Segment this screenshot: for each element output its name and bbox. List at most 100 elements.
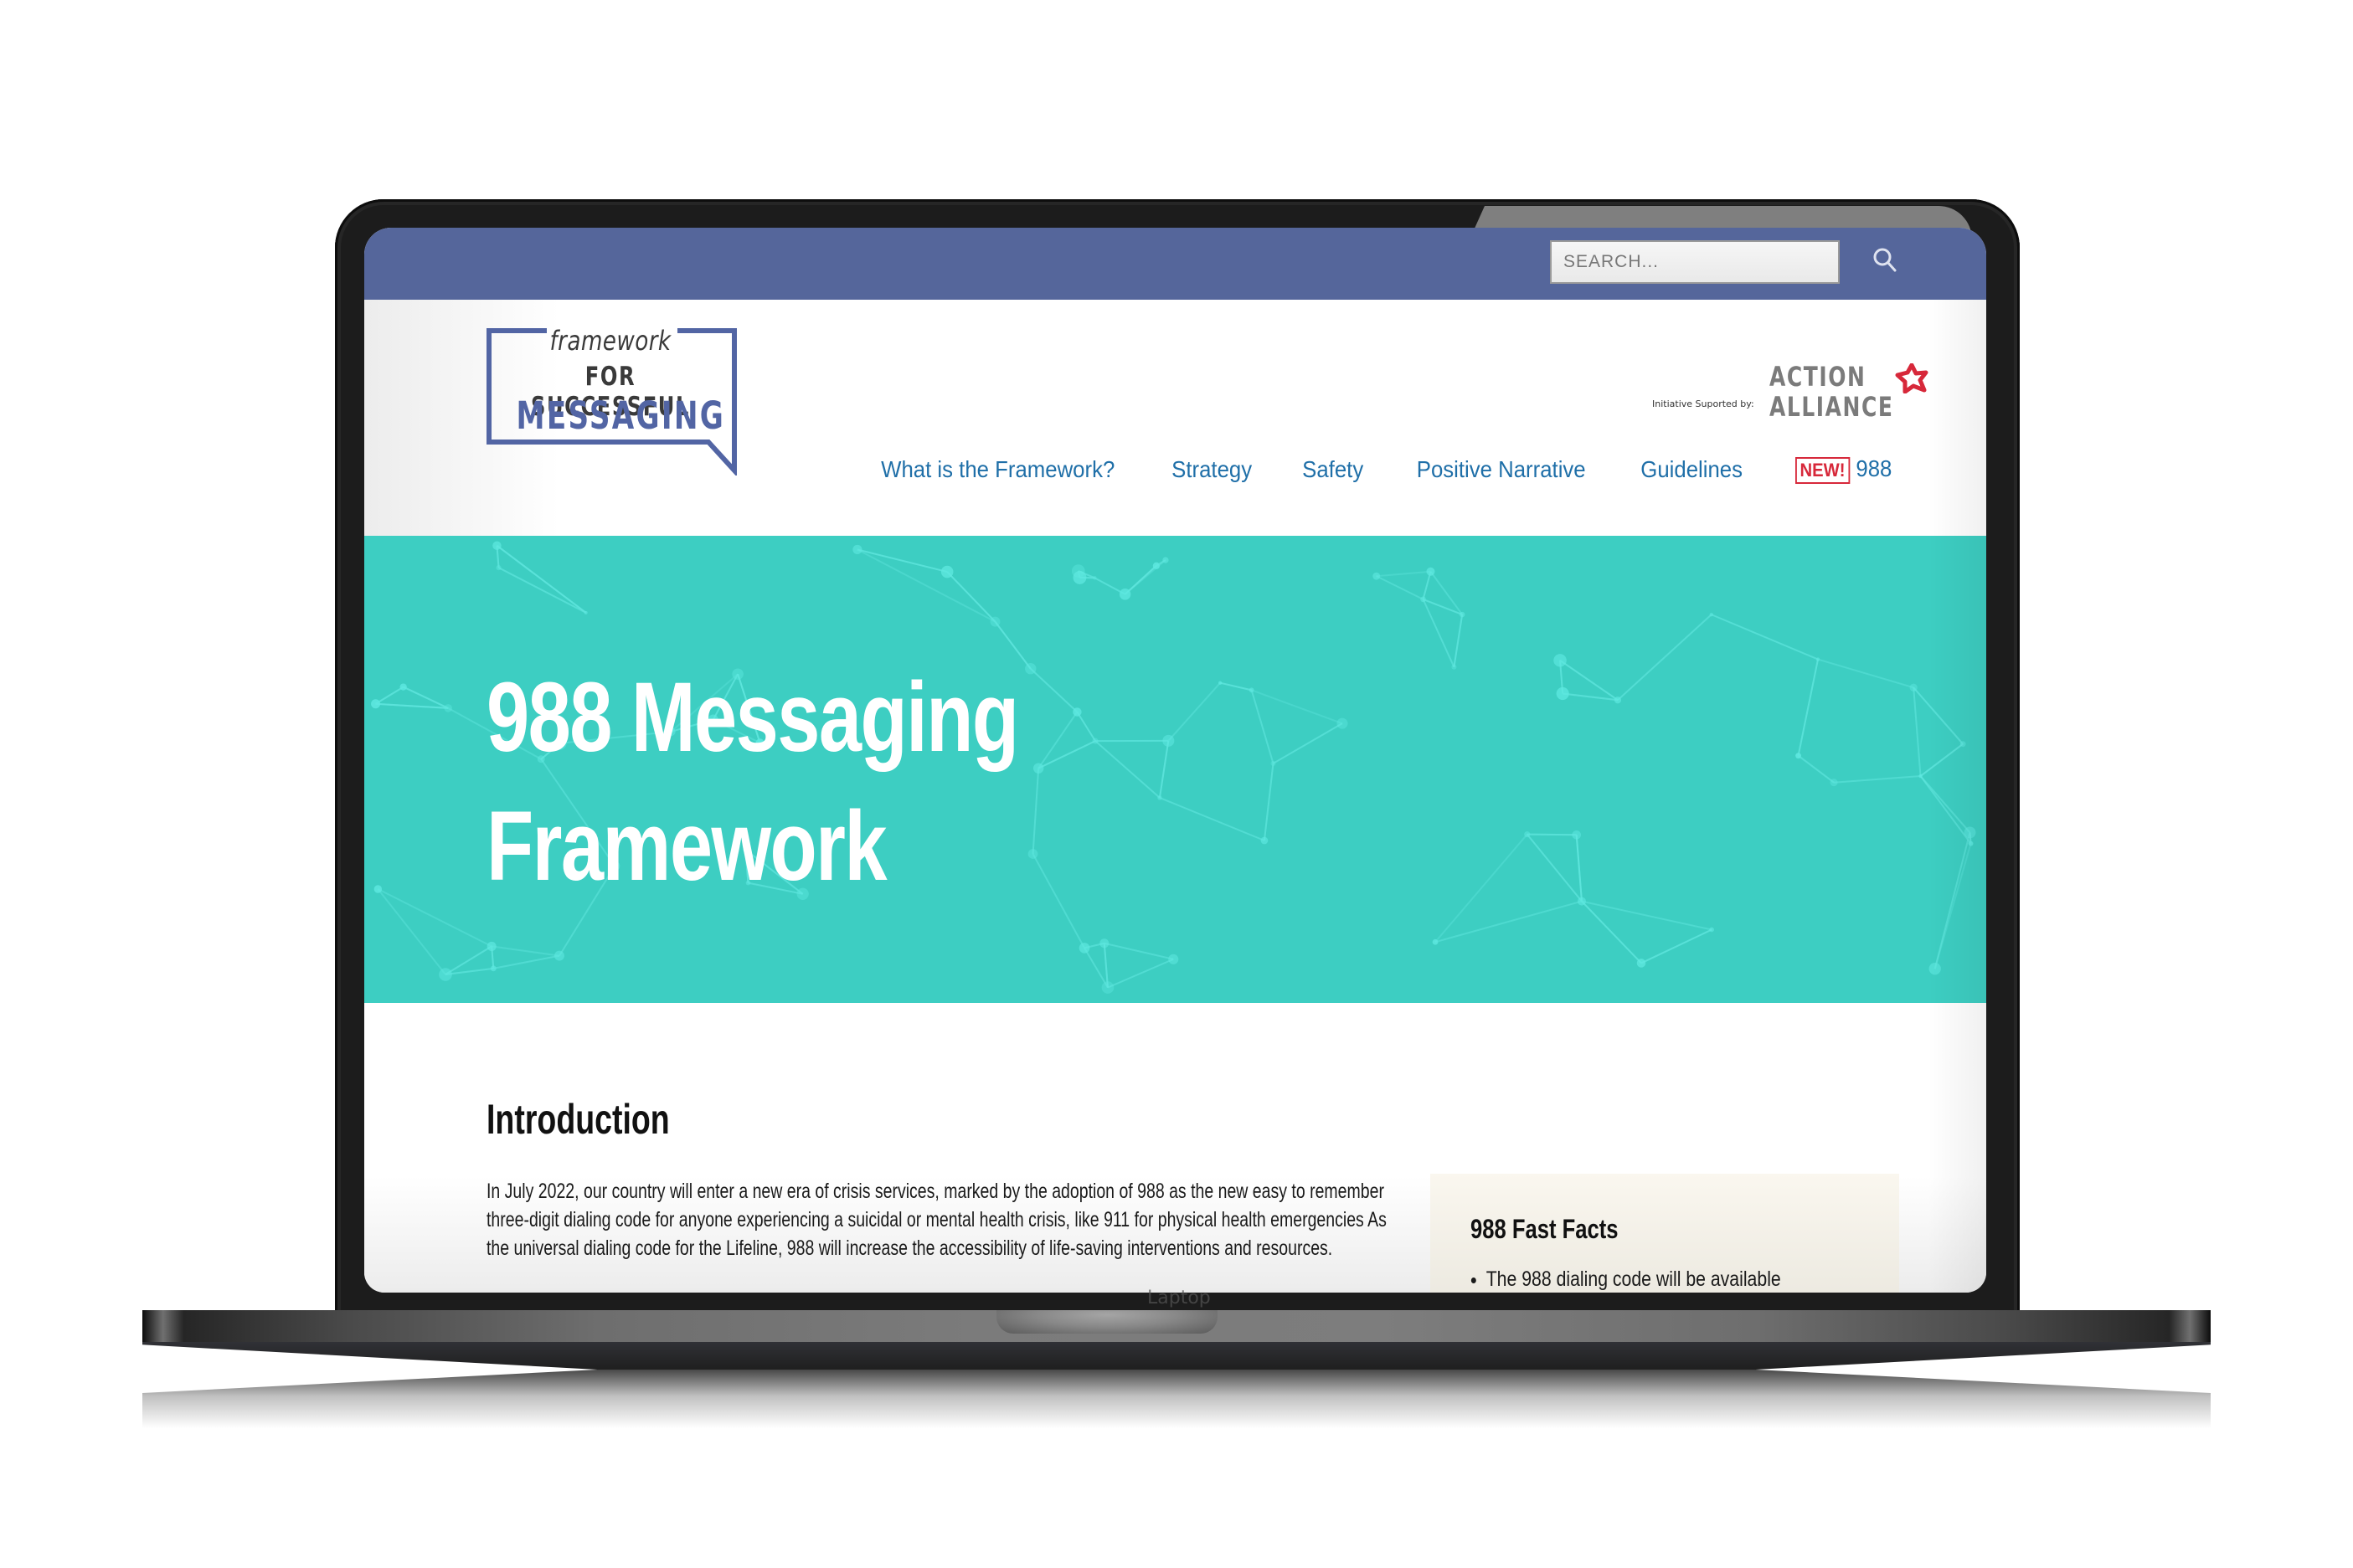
network-line — [1526, 834, 1583, 902]
network-node — [1372, 572, 1381, 580]
network-line — [1933, 832, 1971, 969]
network-line — [1219, 681, 1252, 691]
action-alliance-star-icon — [1895, 363, 1928, 393]
network-node — [1524, 831, 1531, 838]
network-node — [1795, 753, 1801, 759]
network-node — [1336, 717, 1348, 729]
nav-strategy[interactable]: Strategy — [1171, 456, 1252, 483]
site-logo[interactable]: framework FOR SUCCESSFUL MESSAGING — [487, 325, 738, 476]
hero-banner: 988 Messaging Framework — [364, 536, 1986, 1003]
network-node — [940, 565, 954, 578]
network-line — [403, 686, 449, 709]
network-node — [1099, 938, 1110, 949]
network-line — [377, 888, 492, 948]
main-nav: What is the Framework? Strategy Safety P… — [871, 455, 1896, 484]
network-line — [857, 548, 996, 623]
top-bar — [364, 228, 1986, 300]
search-button[interactable] — [1872, 246, 1900, 276]
network-node — [1093, 576, 1097, 580]
laptop-notch — [996, 1310, 1218, 1334]
network-line — [1817, 658, 1914, 689]
network-line — [1272, 722, 1343, 764]
network-node — [1260, 836, 1269, 845]
network-node — [1636, 959, 1646, 968]
nav-guidelines[interactable]: Guidelines — [1641, 456, 1743, 483]
network-line — [1919, 775, 1971, 834]
partner-name: ACTION ALLIANCE — [1769, 362, 1893, 422]
network-node — [1709, 612, 1714, 617]
search-input[interactable] — [1550, 240, 1840, 284]
laptop-reflection — [142, 1370, 2211, 1428]
network-node — [1459, 611, 1465, 618]
network-node — [444, 704, 453, 712]
intro-paragraph: In July 2022, our country will enter a n… — [487, 1180, 1387, 1260]
network-node — [399, 683, 407, 691]
network-node — [1218, 681, 1223, 685]
network-node — [1553, 654, 1567, 667]
nav-what-is-the-framework[interactable]: What is the Framework? — [881, 456, 1115, 483]
network-node — [1815, 657, 1820, 661]
network-line — [1617, 614, 1712, 701]
network-line — [1640, 928, 1712, 964]
network-line — [1094, 740, 1161, 799]
main-content: Introduction In July 2022, our country w… — [364, 1003, 1986, 1293]
network-line — [1913, 686, 1964, 745]
network-node — [371, 699, 381, 709]
network-node — [852, 544, 862, 555]
network-node — [1119, 589, 1131, 600]
partner-logo[interactable]: Initiative Suported by: ACTION ALLIANCE — [1652, 362, 1928, 422]
logo-line-framework: framework — [549, 325, 672, 357]
network-line — [377, 888, 446, 975]
network-line — [1581, 900, 1642, 964]
partner-name-line2: ALLIANCE — [1769, 391, 1894, 423]
network-line — [375, 686, 404, 705]
network-node — [584, 610, 588, 614]
network-line — [1167, 682, 1221, 742]
network-line — [1158, 740, 1170, 799]
network-node — [1432, 938, 1439, 945]
network-node — [1168, 954, 1179, 964]
nav-988-label: 988 — [1856, 455, 1892, 481]
network-node — [1830, 779, 1838, 787]
network-node — [1556, 686, 1569, 701]
site-header: framework FOR SUCCESSFUL MESSAGING Initi… — [364, 300, 1986, 536]
network-line — [1581, 900, 1712, 931]
network-node — [492, 541, 502, 550]
network-node — [990, 616, 1001, 627]
hero-title-line1: 988 Messaging — [487, 662, 1019, 773]
network-node — [496, 565, 502, 571]
network-node — [1101, 981, 1115, 994]
nav-988[interactable]: NEW! 988 — [1794, 455, 1892, 484]
network-line — [1250, 690, 1274, 764]
nav-positive-narrative[interactable]: Positive Narrative — [1417, 456, 1586, 483]
network-node — [1577, 897, 1586, 906]
network-node — [373, 885, 383, 893]
network-line — [1376, 570, 1431, 578]
network-line — [1124, 565, 1157, 595]
hero-title-line2: Framework — [487, 791, 888, 902]
nav-safety[interactable]: Safety — [1302, 456, 1363, 483]
network-line — [1575, 835, 1583, 902]
network-node — [1928, 963, 1941, 975]
new-badge: NEW! — [1794, 457, 1850, 484]
network-line — [1833, 775, 1921, 784]
network-line — [1434, 900, 1583, 943]
network-node — [1071, 564, 1085, 578]
fast-facts-item: The 988 dialing code will be available — [1486, 1267, 1781, 1292]
laptop-base-underside — [142, 1342, 2211, 1370]
network-node — [1709, 927, 1715, 933]
network-line — [1919, 775, 1972, 845]
network-line — [946, 571, 996, 623]
network-node — [1162, 557, 1169, 563]
network-node — [1968, 841, 1974, 846]
network-node — [1959, 741, 1966, 748]
network-line — [496, 544, 587, 614]
fast-facts-box: 988 Fast Facts The 988 dialing code will… — [1430, 1174, 1899, 1293]
network-line — [498, 567, 587, 614]
logo-line-messaging: MESSAGING — [516, 393, 726, 438]
network-node — [439, 968, 452, 981]
fast-facts-heading: 988 Fast Facts — [1470, 1214, 1619, 1244]
network-node — [1451, 664, 1457, 670]
network-line — [492, 945, 560, 957]
network-node — [1572, 830, 1582, 840]
